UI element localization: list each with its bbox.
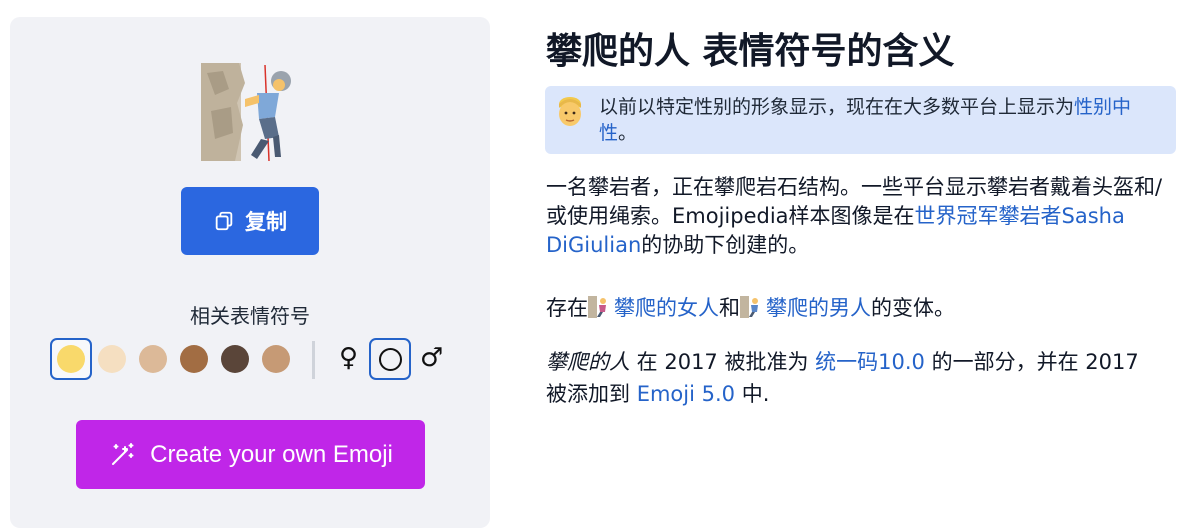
person-climbing-icon	[201, 63, 291, 161]
related-emoji-title: 相关表情符号	[190, 304, 310, 328]
skin-tone-swatch-medium-dark[interactable]	[180, 345, 208, 373]
description-text-2: 的协助下创建的。	[641, 233, 810, 257]
man-climbing-link[interactable]: 攀爬的男人	[766, 296, 871, 320]
man-climbing-icon	[740, 296, 758, 318]
gender-neutral-button[interactable]	[369, 338, 411, 380]
gender-notice: 以前以特定性别的形象显示，现在在大多数平台上显示为性别中性。	[545, 86, 1176, 154]
unicode-10-link[interactable]: 统一码10.0	[815, 350, 925, 374]
skin-tone-selector	[50, 338, 303, 380]
page-title: 攀爬的人 表情符号的含义	[546, 31, 955, 72]
copy-button-label: 复制	[245, 211, 287, 234]
skin-tone-swatch-dark[interactable]	[221, 345, 249, 373]
variants-middle: 和	[719, 296, 740, 320]
skin-tone-swatch-medium[interactable]	[262, 345, 290, 373]
male-sign-icon[interactable]: ♂	[420, 343, 443, 373]
variants-paragraph: 存在 攀爬的女人和 攀爬的男人的变体。	[546, 294, 1166, 323]
emoji-5-link[interactable]: Emoji 5.0	[637, 382, 735, 406]
skin-tone-swatch-default	[57, 345, 85, 373]
create-emoji-button[interactable]: Create your own Emoji	[76, 420, 425, 489]
emoji-description: 一名攀岩者，正在攀爬岩石结构。一些平台显示攀岩者戴着头盔和/或使用绳索。Emoj…	[546, 173, 1166, 260]
person-face-icon	[559, 97, 581, 126]
approved-text-3: 中.	[735, 382, 770, 406]
skin-tone-swatch-medium-light[interactable]	[139, 345, 167, 373]
approval-paragraph: 攀爬的人 在 2017 被批准为 统一码10.0 的一部分，并在 2017 被添…	[546, 346, 1166, 410]
variants-suffix: 的变体。	[871, 296, 955, 320]
skin-tone-default-selected[interactable]	[50, 338, 92, 380]
woman-climbing-link[interactable]: 攀爬的女人	[614, 296, 719, 320]
neutral-circle-icon	[378, 347, 402, 371]
woman-climbing-icon	[588, 296, 606, 318]
variants-prefix: 存在	[546, 296, 588, 320]
create-emoji-label: Create your own Emoji	[150, 440, 393, 468]
notice-tail: 。	[618, 122, 638, 144]
notice-text: 以前以特定性别的形象显示，现在在大多数平台上显示为	[599, 96, 1075, 118]
approved-text-1: 在 2017 被批准为	[630, 350, 816, 374]
female-sign-icon[interactable]: ♀	[339, 343, 358, 373]
skin-tone-swatch-light[interactable]	[98, 345, 126, 373]
approved-emoji-name: 攀爬的人	[546, 350, 630, 374]
copy-button[interactable]: 复制	[181, 187, 319, 255]
magic-wand-icon	[112, 442, 134, 465]
selector-divider	[312, 341, 315, 379]
copy-icon	[215, 211, 233, 231]
